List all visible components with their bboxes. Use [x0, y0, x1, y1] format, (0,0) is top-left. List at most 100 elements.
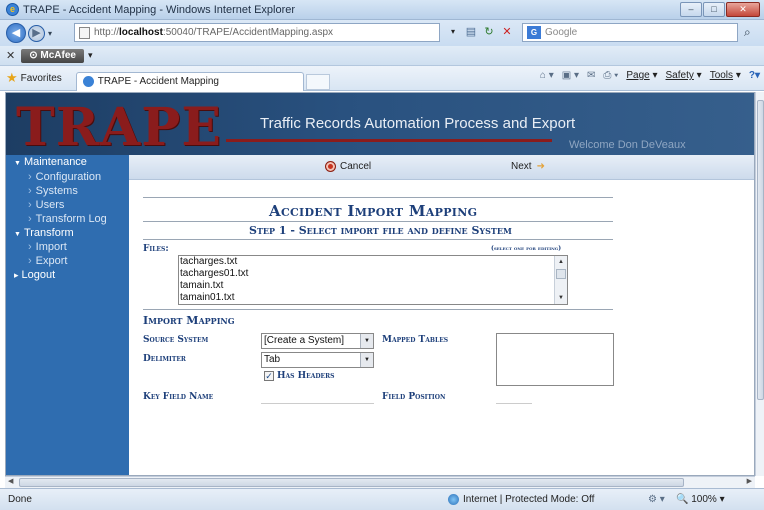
- window-controls: – □ ✕: [680, 2, 760, 17]
- delimiter-value: Tab: [264, 354, 281, 365]
- tools-menu[interactable]: Tools ▾: [710, 70, 741, 81]
- sidebar-item-configuration[interactable]: Configuration: [28, 171, 101, 183]
- zoom-control[interactable]: 🔍 100% ▾: [676, 494, 725, 505]
- zoom-level: 100%: [691, 494, 717, 505]
- files-listbox[interactable]: tacharges.txt tacharges01.txt tamain.txt…: [178, 255, 568, 305]
- compatibility-icon[interactable]: ▤: [464, 25, 478, 39]
- tab-trape[interactable]: TRAPE - Accident Mapping: [75, 71, 304, 91]
- mcafee-dropdown-icon[interactable]: ▾: [88, 50, 93, 61]
- scroll-up-icon[interactable]: ▲: [556, 257, 566, 267]
- list-item[interactable]: tacharges.txt: [179, 256, 567, 268]
- key-field-name-label: Key Field Name: [143, 392, 214, 402]
- sidebar-item-export[interactable]: Export: [28, 255, 68, 267]
- field-position-input[interactable]: [496, 389, 532, 404]
- scroll-right-icon[interactable]: ▶: [747, 477, 752, 485]
- files-label: Files:: [143, 244, 169, 254]
- key-field-name-input[interactable]: [261, 389, 374, 404]
- new-tab-button[interactable]: [305, 74, 330, 90]
- security-zone[interactable]: Internet | Protected Mode: Off: [448, 494, 594, 505]
- sidebar-item-systems[interactable]: Systems: [28, 185, 78, 197]
- address-field[interactable]: http://localhost:50040/TRAPE/AccidentMap…: [74, 23, 440, 42]
- chevron-down-icon[interactable]: ▼: [360, 353, 373, 367]
- scroll-left-icon[interactable]: ◀: [8, 477, 13, 485]
- files-hint: (select one for editing): [491, 245, 562, 252]
- scroll-thumb[interactable]: [757, 100, 764, 400]
- scroll-down-icon[interactable]: ▼: [556, 293, 566, 303]
- delimiter-label: Delimiter: [143, 354, 186, 364]
- source-system-label: Source System: [143, 335, 209, 345]
- has-headers-label: Has Headers: [277, 371, 335, 381]
- page-menu[interactable]: Page ▾: [626, 70, 657, 81]
- minimize-button[interactable]: –: [680, 2, 702, 17]
- globe-icon: [448, 494, 459, 505]
- mapped-tables-label: Mapped Tables: [382, 335, 449, 345]
- divider: [143, 221, 613, 222]
- list-item[interactable]: tacharges01.txt: [179, 268, 567, 280]
- list-item[interactable]: tamain.txt: [179, 280, 567, 292]
- trape-logo: TRAPE: [16, 97, 222, 158]
- window-title: TRAPE - Accident Mapping - Windows Inter…: [23, 3, 296, 16]
- home-icon[interactable]: ⌂ ▾: [540, 70, 554, 81]
- maximize-button[interactable]: □: [703, 2, 725, 17]
- page-vertical-scrollbar[interactable]: [755, 92, 764, 476]
- url-host: localhost: [119, 27, 163, 38]
- list-item[interactable]: tamain01.txt: [179, 292, 567, 304]
- divider: [143, 309, 613, 310]
- delimiter-select[interactable]: Tab ▼: [261, 352, 374, 368]
- mail-icon[interactable]: ✉: [587, 70, 595, 81]
- address-dropdown-icon[interactable]: ▾: [446, 25, 460, 39]
- address-buttons: ▾ ▤ ↻ ✕: [446, 25, 514, 39]
- zone-label: Internet | Protected Mode: Off: [463, 494, 595, 505]
- page-horizontal-scrollbar[interactable]: ◀ ▶: [5, 476, 755, 488]
- refresh-icon[interactable]: ↻: [482, 25, 496, 39]
- header-underline: [226, 139, 552, 142]
- next-button[interactable]: Next ➜: [511, 161, 545, 172]
- status-text: Done: [8, 494, 32, 505]
- close-window-button[interactable]: ✕: [726, 2, 760, 17]
- url-path: :50040/TRAPE/AccidentMapping.aspx: [162, 27, 334, 38]
- sidebar-item-logout[interactable]: Logout: [14, 269, 56, 281]
- mcafee-button[interactable]: ⊙ McAfee: [21, 48, 84, 63]
- protected-mode-icon[interactable]: ⚙ ▾: [648, 494, 665, 505]
- google-icon: G: [527, 26, 541, 39]
- scroll-thumb[interactable]: [556, 269, 566, 279]
- close-toolbar-icon[interactable]: ✕: [6, 49, 15, 62]
- cancel-button[interactable]: Cancel: [325, 161, 371, 172]
- chevron-down-icon[interactable]: ▼: [360, 334, 373, 348]
- page-title: Accident Import Mapping: [269, 202, 478, 220]
- feeds-icon[interactable]: ▣ ▾: [562, 70, 579, 81]
- site-tagline: Traffic Records Automation Process and E…: [260, 115, 576, 132]
- mcafee-label: McAfee: [40, 49, 76, 61]
- history-dropdown-icon[interactable]: ▾: [48, 29, 52, 38]
- has-headers-checkbox[interactable]: ✓ Has Headers: [264, 371, 334, 381]
- forward-button[interactable]: ▶: [28, 24, 45, 42]
- search-icon[interactable]: ⌕: [744, 25, 751, 40]
- favorites-button[interactable]: ★ Favorites: [6, 70, 62, 86]
- help-icon[interactable]: ?▾: [749, 70, 760, 81]
- source-system-value: [Create a System]: [264, 335, 345, 346]
- page-icon: [79, 26, 90, 39]
- print-icon[interactable]: ⎙ ▾: [603, 70, 618, 81]
- back-button[interactable]: ◀: [6, 23, 26, 43]
- scroll-thumb[interactable]: [19, 478, 684, 487]
- field-position-label: Field Position: [382, 392, 446, 402]
- sidebar-item-transform[interactable]: Transform: [14, 227, 74, 239]
- source-system-select[interactable]: [Create a System] ▼: [261, 333, 374, 349]
- mcafee-toolbar: ✕ ⊙ McAfee ▾: [0, 46, 764, 66]
- mapped-tables-listbox[interactable]: [496, 333, 614, 386]
- welcome-text: Welcome Don DeVeaux: [569, 139, 686, 151]
- step-title: Step 1 - Select import file and define S…: [249, 224, 512, 237]
- sidebar-item-users[interactable]: Users: [28, 199, 65, 211]
- checkmark-icon[interactable]: ✓: [264, 371, 274, 381]
- stop-icon[interactable]: ✕: [500, 25, 514, 39]
- files-scrollbar[interactable]: ▲ ▼: [554, 256, 567, 304]
- search-field[interactable]: G Google: [522, 23, 738, 42]
- window-title-bar: e TRAPE - Accident Mapping - Windows Int…: [0, 0, 764, 20]
- safety-menu[interactable]: Safety ▾: [666, 70, 702, 81]
- sidebar-item-maintenance[interactable]: Maintenance: [14, 156, 87, 168]
- sidebar-item-transform-log[interactable]: Transform Log: [28, 213, 107, 225]
- next-arrow-icon: ➜: [536, 161, 545, 172]
- sidebar-item-import[interactable]: Import: [28, 241, 67, 253]
- status-bar: Done Internet | Protected Mode: Off ⚙ ▾ …: [0, 488, 764, 510]
- address-toolbar: ◀ ▶ ▾ http://localhost:50040/TRAPE/Accid…: [0, 20, 764, 46]
